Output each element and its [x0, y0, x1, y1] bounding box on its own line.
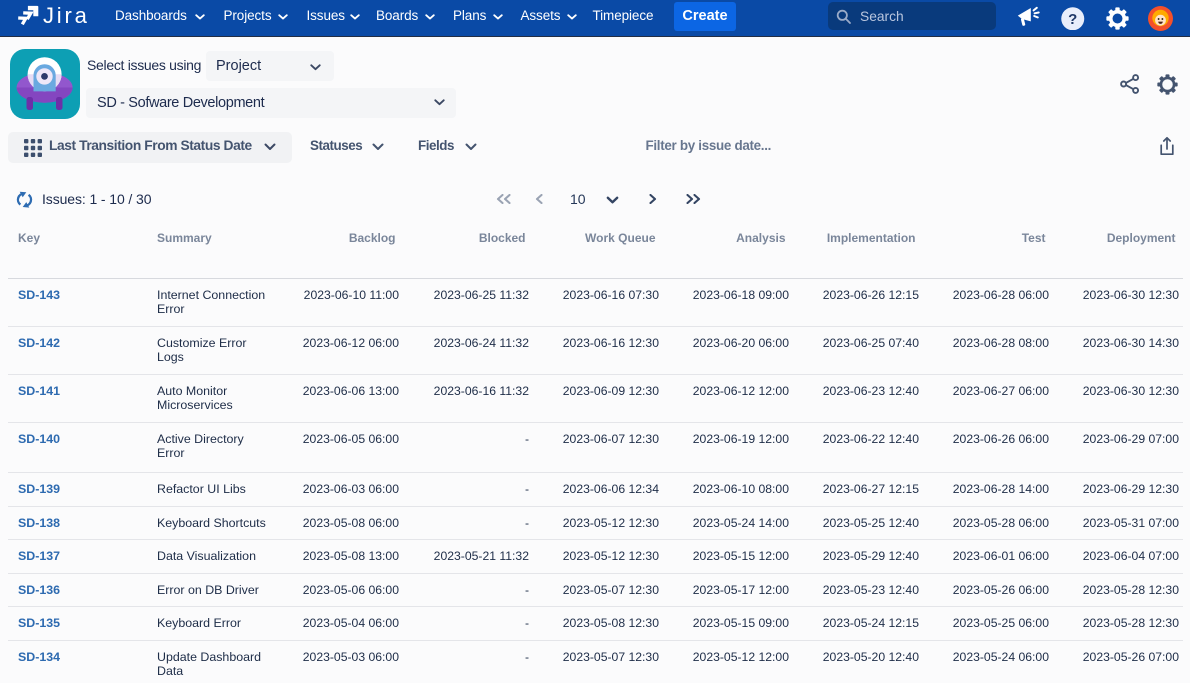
svg-text:?: ? [1068, 11, 1077, 28]
